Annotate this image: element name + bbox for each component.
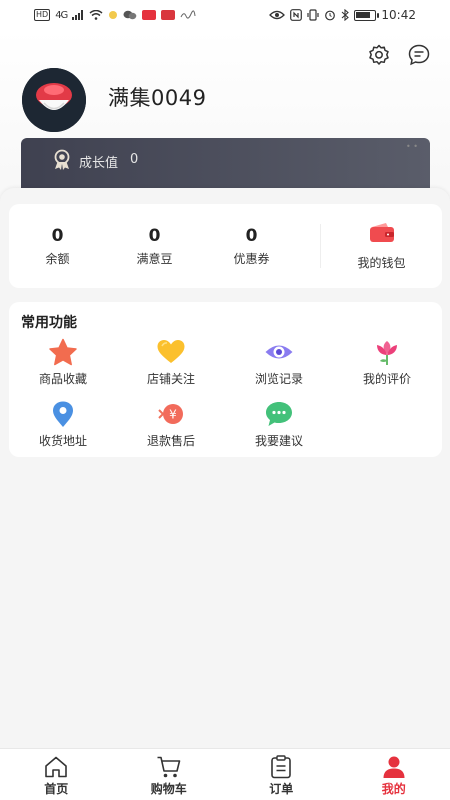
signal-bars-icon: [72, 10, 84, 20]
signal-text: 4G: [55, 9, 68, 21]
wallet-icon: [369, 222, 394, 242]
coupons-value: 0: [245, 225, 258, 246]
heart-icon: [157, 340, 185, 363]
stock-app-icon: [161, 10, 176, 20]
medal-icon: [54, 149, 70, 170]
person-icon: [383, 756, 405, 778]
username: 满集0049: [108, 86, 207, 110]
satisfaction-beans-value: 0: [148, 225, 161, 246]
feature-suggestion[interactable]: 我要建议: [225, 400, 333, 454]
avatar[interactable]: [22, 68, 86, 132]
cart-icon: [157, 756, 181, 778]
wifi-icon: [89, 10, 103, 20]
common-features-card: 常用功能 商品收藏 店铺关注 浏览记录 我的评价 收货地址 ¥ 退款售后 我要建…: [9, 302, 442, 457]
satisfaction-beans-stat[interactable]: 0 满意豆: [106, 226, 203, 267]
card-decoration: • •: [406, 142, 418, 151]
feature-label: 店铺关注: [146, 372, 195, 386]
avatar-image: [22, 68, 86, 132]
coupons-stat[interactable]: 0 优惠券: [203, 226, 300, 267]
coupons-label: 优惠券: [233, 251, 270, 266]
satisfaction-beans-label: 满意豆: [136, 251, 173, 266]
feature-label: 我的评价: [362, 372, 411, 386]
nfc-icon: [290, 9, 303, 21]
my-wallet-label: 我的钱包: [357, 255, 406, 270]
app-notification-icon: [142, 10, 157, 20]
refund-coin-icon: ¥: [158, 404, 183, 424]
bluetooth-icon: [342, 9, 350, 21]
balance-label: 余额: [45, 251, 70, 266]
flower-icon: [377, 341, 397, 365]
tab-label: 首页: [44, 782, 69, 796]
growth-value: 0: [130, 152, 139, 167]
eye-icon: [265, 345, 293, 359]
alarm-icon: [325, 10, 336, 21]
balance-stat[interactable]: 0 余额: [9, 226, 106, 267]
my-wallet-button[interactable]: 我的钱包: [321, 222, 442, 271]
wallet-card: 0 余额 0 满意豆 0 优惠券 我的钱包: [9, 204, 442, 288]
feature-my-reviews[interactable]: 我的评价: [333, 338, 441, 392]
eye-comfort-icon: [269, 10, 286, 20]
vibrate-icon: [307, 9, 320, 21]
profile-header: 满集0049 成长值 0 • •: [0, 30, 450, 200]
feature-browse-history[interactable]: 浏览记录: [225, 338, 333, 392]
svg-text:¥: ¥: [169, 408, 177, 422]
message-icon: [408, 44, 430, 66]
wechat-icon: [123, 10, 137, 20]
feature-shipping-address[interactable]: 收货地址: [9, 400, 117, 454]
battery-fill: [356, 11, 371, 18]
feature-label: 浏览记录: [254, 372, 303, 386]
status-bar: HD 4G 10:42: [0, 0, 450, 30]
messages-button[interactable]: [406, 42, 432, 68]
feature-favorites[interactable]: 商品收藏: [9, 338, 117, 392]
tab-cart[interactable]: 购物车: [113, 749, 226, 800]
clock: 10:42: [381, 8, 416, 22]
feature-grid: 商品收藏 店铺关注 浏览记录 我的评价 收货地址 ¥ 退款售后 我要建议: [9, 338, 442, 454]
home-icon: [45, 756, 68, 778]
tab-home[interactable]: 首页: [0, 749, 113, 800]
bottom-tab-bar: 首页 购物车 订单 我的: [0, 748, 450, 800]
network-badge: HD: [34, 9, 51, 21]
feature-followed-shops[interactable]: 店铺关注: [117, 338, 225, 392]
location-pin-icon: [53, 401, 73, 427]
feature-label: 退款售后: [146, 434, 195, 448]
tab-label: 购物车: [150, 782, 187, 796]
status-right: 10:42: [269, 8, 416, 22]
chat-bubble-icon: [266, 402, 292, 426]
star-icon: [49, 338, 77, 366]
signature-icon: [180, 10, 196, 19]
status-left: HD 4G: [34, 9, 196, 21]
gear-icon: [369, 44, 389, 65]
feature-refund-aftersales[interactable]: ¥ 退款售后: [117, 400, 225, 454]
tab-mine[interactable]: 我的: [338, 749, 450, 800]
header-actions: [366, 42, 432, 68]
notification-app-icon: [109, 11, 118, 19]
features-title: 常用功能: [21, 315, 77, 331]
tab-label: 订单: [269, 782, 294, 796]
tab-label: 我的: [381, 782, 406, 796]
balance-value: 0: [51, 225, 64, 246]
feature-label: 商品收藏: [38, 372, 87, 386]
tab-orders[interactable]: 订单: [225, 749, 338, 800]
feature-label: 收货地址: [38, 434, 87, 448]
feature-label: 我要建议: [254, 434, 303, 448]
clipboard-icon: [271, 755, 292, 779]
growth-label: 成长值: [79, 156, 119, 171]
settings-button[interactable]: [366, 42, 392, 68]
battery-icon: [354, 9, 380, 21]
